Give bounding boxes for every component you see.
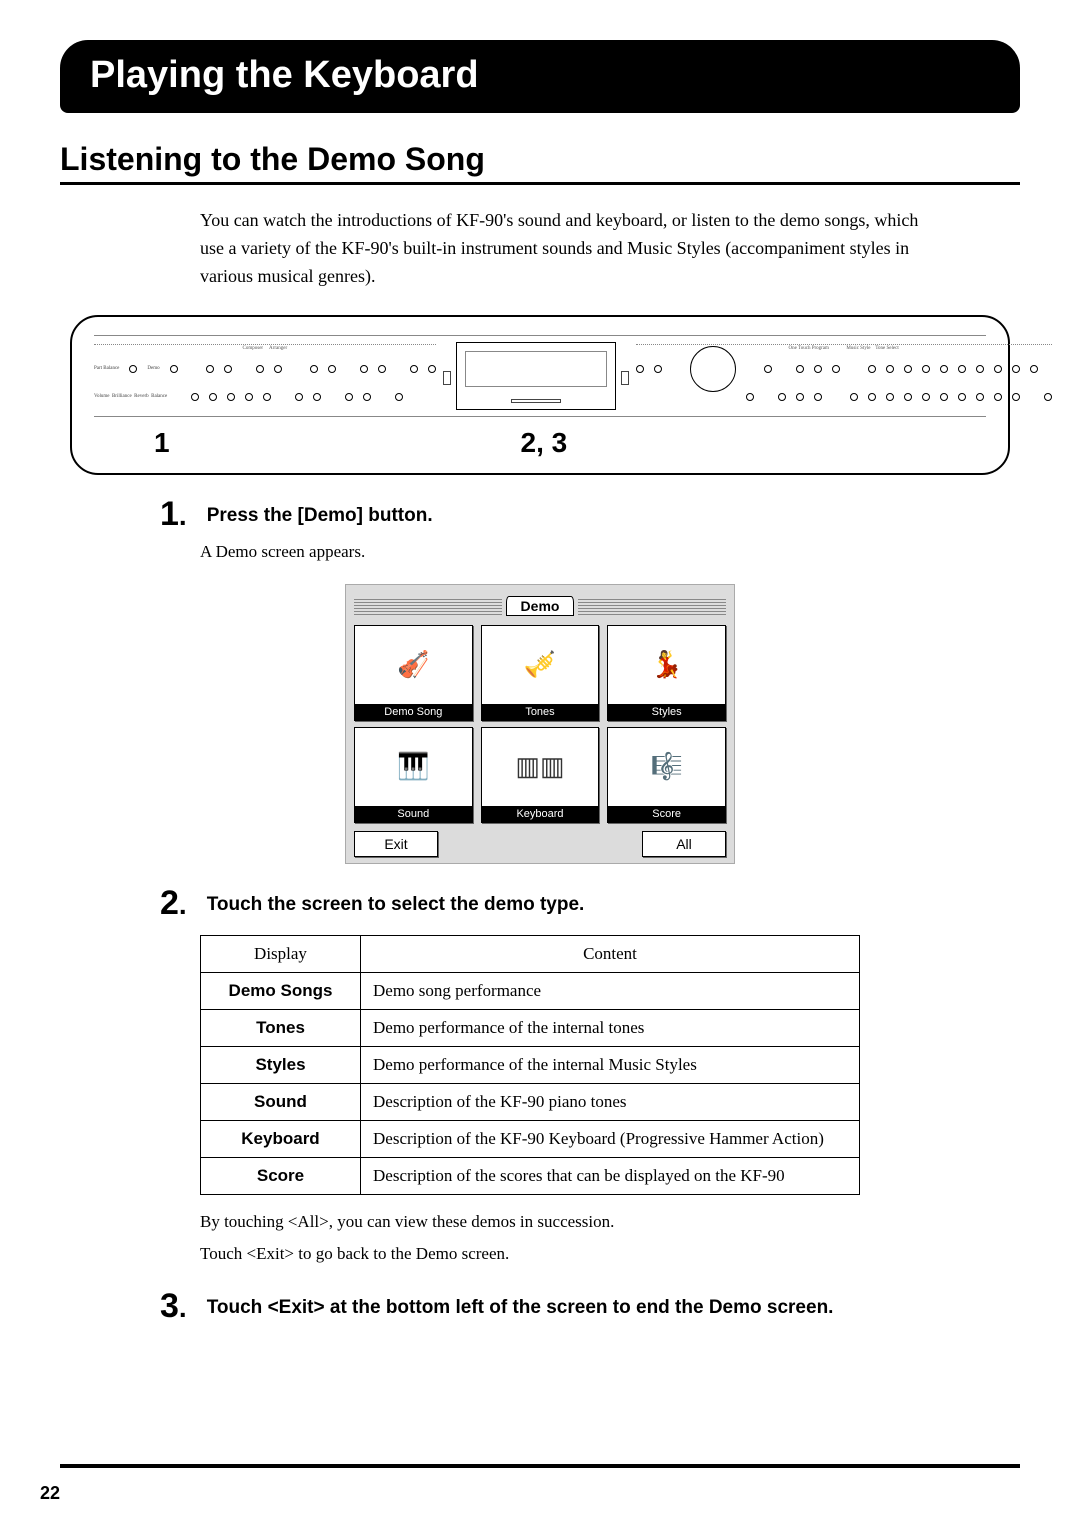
step-1: 1. Press the [Demo] button. — [160, 497, 1020, 532]
step-number: 1 — [160, 495, 179, 533]
chapter-title: Playing the Keyboard — [60, 40, 1020, 113]
table-row: StylesDemo performance of the internal M… — [201, 1046, 860, 1083]
table-header-content: Content — [361, 935, 860, 972]
step-1-title: Press the [Demo] button. — [207, 497, 433, 527]
diagram-callout-23: 2, 3 — [521, 427, 568, 459]
diagram-callout-1: 1 — [154, 427, 170, 459]
step-3: 3. Touch <Exit> at the bottom left of th… — [160, 1289, 1020, 1324]
demo-cell-score[interactable]: 🎼Score — [607, 727, 726, 823]
keyboard-panel-diagram: Composer Arranger Part BalanceDemo Volum… — [70, 315, 1010, 475]
exit-button[interactable]: Exit — [354, 831, 438, 857]
demo-cell-tones[interactable]: 🎺Tones — [481, 625, 600, 721]
music-score-icon: 🎼 — [608, 728, 725, 806]
footer-rule — [60, 1464, 1020, 1468]
after-table-note-2: Touch <Exit> to go back to the Demo scre… — [200, 1241, 1020, 1267]
all-button[interactable]: All — [642, 831, 726, 857]
table-row: ScoreDescription of the scores that can … — [201, 1157, 860, 1194]
table-row: SoundDescription of the KF-90 piano tone… — [201, 1083, 860, 1120]
page-number: 22 — [40, 1483, 60, 1504]
intro-paragraph: You can watch the introductions of KF-90… — [200, 207, 920, 291]
demo-cell-keyboard[interactable]: ▥▥Keyboard — [481, 727, 600, 823]
demo-cell-styles[interactable]: 💃Styles — [607, 625, 726, 721]
demo-type-table: Display Content Demo SongsDemo song perf… — [200, 935, 860, 1195]
step-number: 2 — [160, 884, 179, 922]
step-3-title: Touch <Exit> at the bottom left of the s… — [207, 1289, 834, 1319]
step-1-body: A Demo screen appears. — [200, 542, 1020, 562]
demo-cell-sound[interactable]: 🎹Sound — [354, 727, 473, 823]
table-row: TonesDemo performance of the internal to… — [201, 1009, 860, 1046]
trumpet-icon: 🎻 — [355, 626, 472, 704]
table-row: Demo SongsDemo song performance — [201, 972, 860, 1009]
instruments-icon: 🎺 — [482, 626, 599, 704]
demo-screen-figure: Demo 🎻Demo Song 🎺Tones 💃Styles 🎹Sound ▥▥… — [345, 584, 735, 864]
step-number: 3 — [160, 1287, 179, 1325]
dancers-icon: 💃 — [608, 626, 725, 704]
after-table-note-1: By touching <All>, you can view these de… — [200, 1209, 1020, 1235]
step-2: 2. Touch the screen to select the demo t… — [160, 886, 1020, 921]
touch-screen-icon — [456, 342, 616, 410]
keyboard-keys-icon: ▥▥ — [482, 728, 599, 806]
grand-piano-icon: 🎹 — [355, 728, 472, 806]
table-row: KeyboardDescription of the KF-90 Keyboar… — [201, 1120, 860, 1157]
demo-screen-title: Demo — [506, 596, 575, 616]
step-2-title: Touch the screen to select the demo type… — [207, 886, 585, 916]
table-header-display: Display — [201, 935, 361, 972]
demo-cell-demo-song[interactable]: 🎻Demo Song — [354, 625, 473, 721]
section-title: Listening to the Demo Song — [60, 141, 1020, 185]
